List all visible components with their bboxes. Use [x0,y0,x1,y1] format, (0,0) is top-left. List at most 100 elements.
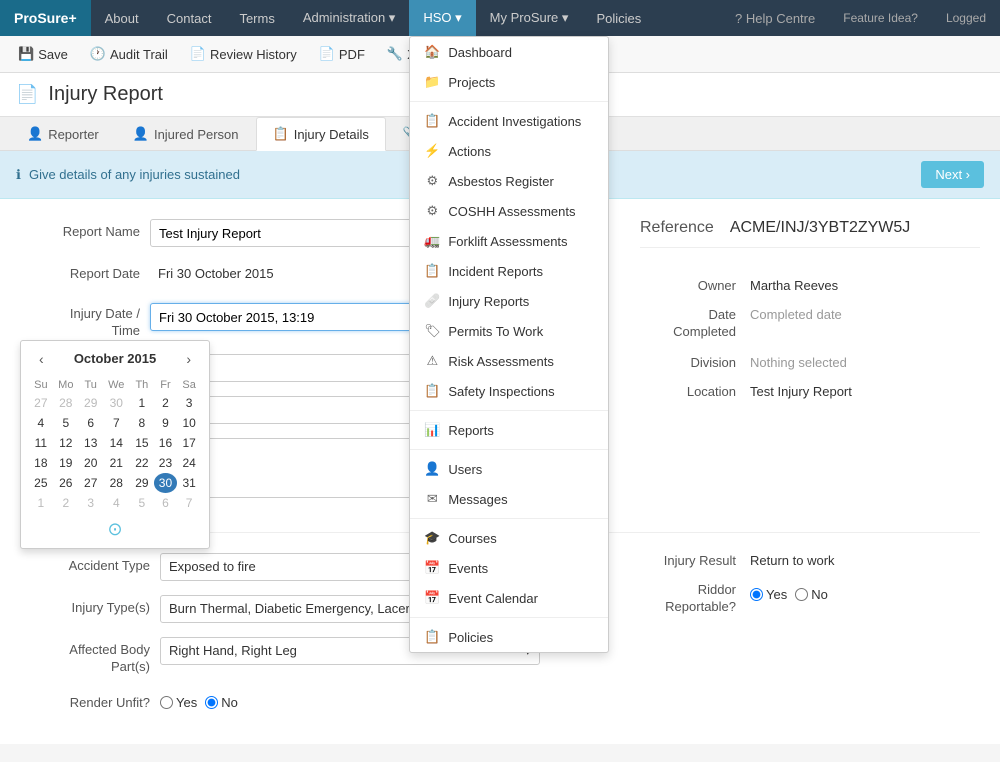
tab-injured-person[interactable]: 👤 Injured Person [116,117,256,151]
injury-details-icon: 📋 [273,126,289,142]
division-row: Division Nothing selected [640,355,980,370]
cal-day[interactable]: 4 [29,413,53,433]
menu-policies[interactable]: 📋 Policies [410,622,608,652]
review-history-button[interactable]: 📄 Review History [186,44,301,64]
cal-day[interactable]: 18 [29,453,53,473]
render-unfit-no-label[interactable]: No [205,695,238,710]
cal-day[interactable]: 23 [154,453,178,473]
cal-day[interactable]: 3 [177,393,201,413]
brand-logo[interactable]: ProSure+ [0,0,91,36]
menu-incident-reports[interactable]: 📋 Incident Reports [410,256,608,286]
save-button[interactable]: 💾 Save [14,44,72,64]
render-unfit-yes-radio[interactable] [160,696,173,709]
cal-day[interactable]: 11 [29,433,53,453]
cal-day[interactable]: 31 [177,473,201,493]
cal-day[interactable]: 14 [102,433,130,453]
tab-reporter[interactable]: 👤 Reporter [10,117,116,151]
nav-hso[interactable]: HSO ▾ 🏠 Dashboard 📁 Projects 📋 Accident … [409,0,475,36]
audit-trail-button[interactable]: 🕐 Audit Trail [86,44,172,64]
menu-risk-assessments[interactable]: ⚠ Risk Assessments [410,346,608,376]
menu-events[interactable]: 📅 Events [410,553,608,583]
cal-day[interactable]: 30 [154,473,178,493]
cal-day[interactable]: 13 [79,433,103,453]
menu-asbestos[interactable]: ⚙ Asbestos Register [410,166,608,196]
menu-injury-reports[interactable]: 🩹 Injury Reports [410,286,608,316]
cal-day[interactable]: 3 [79,493,103,513]
menu-dashboard[interactable]: 🏠 Dashboard [410,37,608,67]
date-completed-row: Date Completed Completed date [640,307,980,341]
reference-label: Reference [640,219,714,237]
menu-courses[interactable]: 🎓 Courses [410,523,608,553]
cal-day[interactable]: 12 [53,433,79,453]
cal-day[interactable]: 7 [102,413,130,433]
menu-coshh[interactable]: ⚙ COSHH Assessments [410,196,608,226]
menu-messages[interactable]: ✉ Messages [410,484,608,514]
cal-day[interactable]: 8 [130,413,154,433]
cal-day[interactable]: 22 [130,453,154,473]
render-unfit-no-radio[interactable] [205,696,218,709]
cal-day-fr: Fr [154,377,178,393]
menu-actions[interactable]: ⚡ Actions [410,136,608,166]
nav-administration[interactable]: Administration ▾ [289,0,410,36]
nav-about[interactable]: About [91,0,153,36]
pdf-button[interactable]: 📄 PDF [315,44,369,64]
next-button[interactable]: Next › [921,161,984,188]
cal-day[interactable]: 29 [130,473,154,493]
cal-day[interactable]: 1 [130,393,154,413]
cal-day[interactable]: 29 [79,393,103,413]
menu-forklift[interactable]: 🚛 Forklift Assessments [410,226,608,256]
riddor-yes-label[interactable]: Yes [750,587,787,602]
nav-policies[interactable]: Policies [582,0,655,36]
cal-day[interactable]: 26 [53,473,79,493]
cal-day[interactable]: 15 [130,433,154,453]
cal-day[interactable]: 2 [53,493,79,513]
cal-day[interactable]: 5 [130,493,154,513]
cal-day[interactable]: 2 [154,393,178,413]
cal-day[interactable]: 5 [53,413,79,433]
riddor-no-label[interactable]: No [795,587,828,602]
cal-day[interactable]: 20 [79,453,103,473]
tab-injury-details[interactable]: 📋 Injury Details [256,117,386,151]
render-unfit-yes-label[interactable]: Yes [160,695,197,710]
projects-icon: 📁 [424,74,440,90]
page-title: Injury Report [48,83,163,106]
nav-terms[interactable]: Terms [225,0,288,36]
cal-day[interactable]: 10 [177,413,201,433]
menu-permits[interactable]: 🏷 Permits To Work [410,316,608,346]
cal-day[interactable]: 28 [53,393,79,413]
nav-contact[interactable]: Contact [153,0,226,36]
cal-day[interactable]: 1 [29,493,53,513]
menu-users[interactable]: 👤 Users [410,454,608,484]
cal-day[interactable]: 6 [154,493,178,513]
cal-day[interactable]: 30 [102,393,130,413]
menu-safety-inspections[interactable]: 📋 Safety Inspections [410,376,608,406]
nav-myprosure[interactable]: My ProSure ▾ [476,0,583,36]
riddor-yes-radio[interactable] [750,588,763,601]
cal-day[interactable]: 19 [53,453,79,473]
nav-logged[interactable]: Logged [932,0,1000,36]
cal-prev-button[interactable]: ‹ [33,349,50,369]
cal-day[interactable]: 16 [154,433,178,453]
cal-day[interactable]: 21 [102,453,130,473]
nav-help-centre[interactable]: ? Help Centre [721,0,829,36]
calendar-today-button[interactable]: ⊙ [107,519,122,540]
nav-feature-idea[interactable]: Feature Idea? [829,0,932,36]
menu-accident-investigations[interactable]: 📋 Accident Investigations [410,106,608,136]
cal-day[interactable]: 27 [29,393,53,413]
cal-day[interactable]: 9 [154,413,178,433]
cal-day[interactable]: 25 [29,473,53,493]
cal-next-button[interactable]: › [180,349,197,369]
cal-day[interactable]: 7 [177,493,201,513]
cal-day[interactable]: 17 [177,433,201,453]
menu-projects[interactable]: 📁 Projects [410,67,608,97]
cal-day[interactable]: 6 [79,413,103,433]
riddor-no-radio[interactable] [795,588,808,601]
cal-day[interactable]: 27 [79,473,103,493]
menu-event-calendar[interactable]: 📅 Event Calendar [410,583,608,613]
hso-dropdown-menu: 🏠 Dashboard 📁 Projects 📋 Accident Invest… [409,36,609,653]
cal-day[interactable]: 28 [102,473,130,493]
event-calendar-icon: 📅 [424,590,440,606]
cal-day[interactable]: 24 [177,453,201,473]
cal-day[interactable]: 4 [102,493,130,513]
menu-reports[interactable]: 📊 Reports [410,415,608,445]
